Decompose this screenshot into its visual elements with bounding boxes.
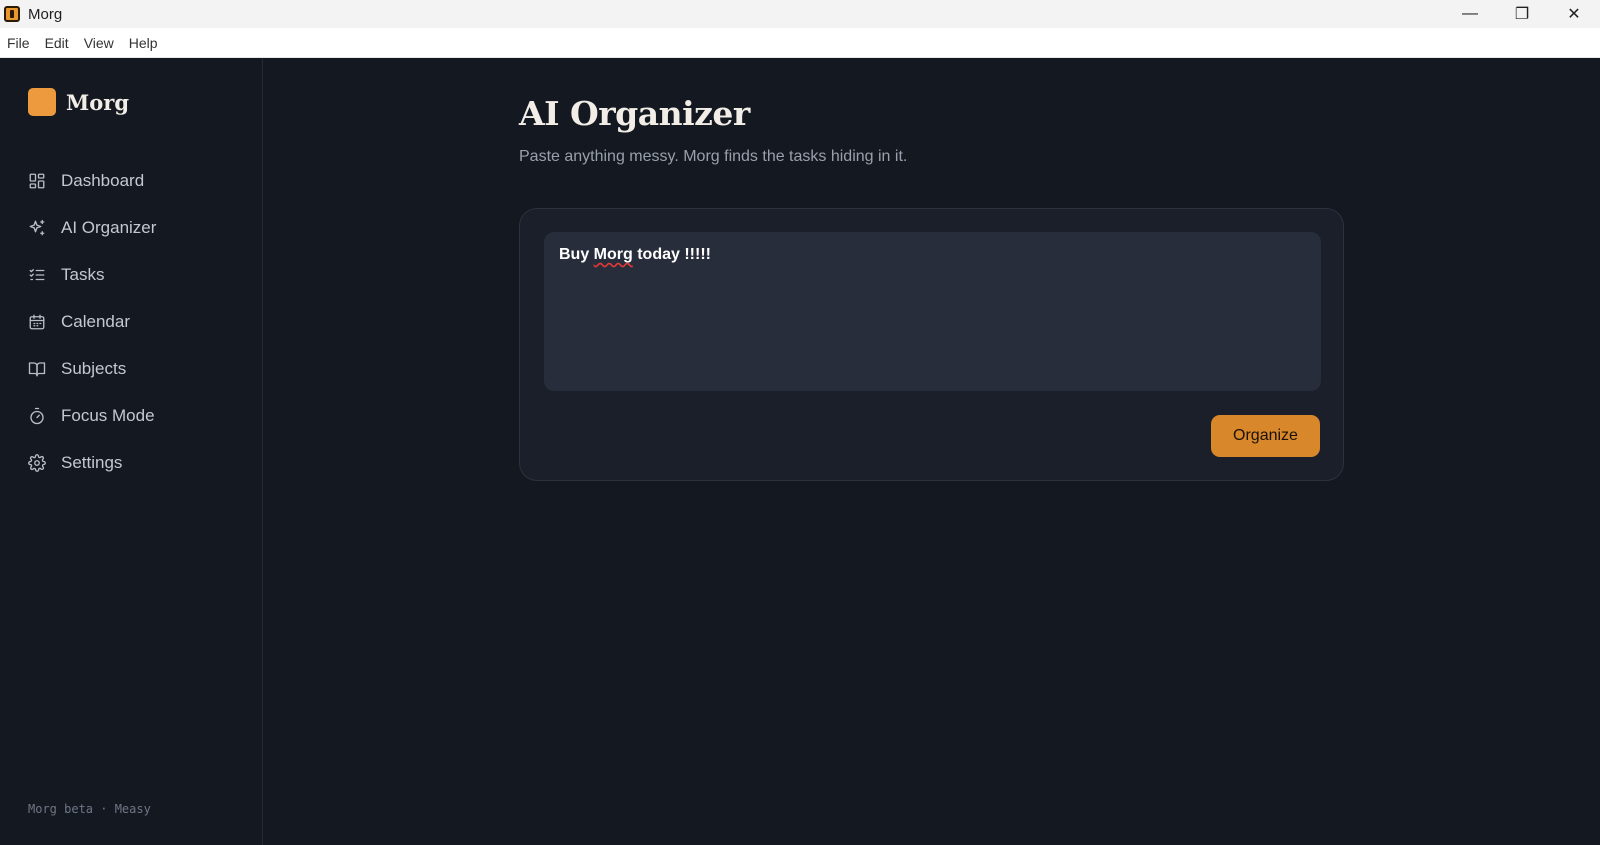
sparkles-icon (28, 219, 46, 237)
window-title: Morg (28, 5, 63, 23)
calendar-icon (28, 313, 46, 331)
brand-logo (28, 88, 56, 116)
main-content: AI Organizer Paste anything messy. Morg … (263, 58, 1600, 845)
app-icon (4, 6, 20, 22)
sidebar-item-label: Subjects (61, 358, 127, 378)
organizer-card: Buy Morg today !!!!! Organize (519, 208, 1344, 481)
input-text-before: Buy (559, 246, 594, 263)
minimize-button[interactable]: — (1444, 0, 1496, 28)
input-text-after: today !!!!! (632, 246, 711, 263)
close-button[interactable]: ✕ (1548, 0, 1600, 28)
sidebar-item-calendar[interactable]: Calendar (28, 298, 248, 345)
sidebar-item-ai-organizer[interactable]: AI Organizer (28, 204, 248, 251)
maximize-button[interactable]: ❐ (1496, 0, 1548, 28)
sidebar-item-label: AI Organizer (61, 217, 157, 237)
page-title: AI Organizer (519, 94, 750, 133)
menu-file[interactable]: File (7, 35, 30, 51)
dashboard-icon (28, 172, 46, 190)
messy-text-input[interactable]: Buy Morg today !!!!! (544, 232, 1321, 391)
sidebar-footer: Morg beta · Measy (28, 802, 151, 816)
sidebar-item-label: Dashboard (61, 170, 145, 190)
sidebar-item-label: Tasks (61, 264, 105, 284)
input-text-misspelled: Morg (593, 246, 633, 263)
sidebar-nav: Dashboard AI Organizer Tasks Calendar Su… (28, 157, 248, 486)
sidebar-item-dashboard[interactable]: Dashboard (28, 157, 248, 204)
brand: Morg (28, 88, 129, 116)
brand-name: Morg (66, 89, 129, 115)
sidebar-item-label: Focus Mode (61, 405, 155, 425)
menu-edit[interactable]: Edit (45, 35, 69, 51)
menu-bar: File Edit View Help (0, 28, 1600, 58)
window-controls: — ❐ ✕ (1444, 0, 1600, 28)
app-body: Morg Dashboard AI Organizer Tasks Calend… (0, 58, 1600, 845)
timer-icon (28, 407, 46, 425)
title-bar: Morg — ❐ ✕ (0, 0, 1600, 28)
sidebar: Morg Dashboard AI Organizer Tasks Calend… (0, 58, 263, 845)
sidebar-item-settings[interactable]: Settings (28, 439, 248, 486)
sidebar-item-subjects[interactable]: Subjects (28, 345, 248, 392)
tasks-icon (28, 266, 46, 284)
menu-help[interactable]: Help (129, 35, 158, 51)
menu-view[interactable]: View (84, 35, 114, 51)
sidebar-item-focus-mode[interactable]: Focus Mode (28, 392, 248, 439)
sidebar-item-label: Settings (61, 452, 123, 472)
sidebar-item-label: Calendar (61, 311, 130, 331)
organize-button[interactable]: Organize (1211, 415, 1320, 457)
gear-icon (28, 453, 46, 472)
page-subtitle: Paste anything messy. Morg finds the tas… (519, 148, 908, 165)
book-icon (28, 360, 46, 378)
sidebar-item-tasks[interactable]: Tasks (28, 251, 248, 298)
